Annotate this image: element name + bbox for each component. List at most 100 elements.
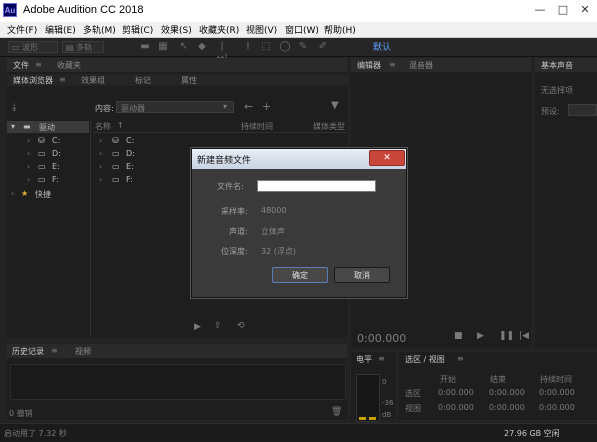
tab-history[interactable]: 历史记录 [12, 346, 44, 357]
preset-dropdown[interactable] [568, 104, 597, 116]
tab-favorites[interactable]: 收藏夹 [57, 60, 81, 71]
list-item[interactable]: › ▭ E: [99, 162, 195, 174]
add-shortcut-icon[interactable]: + [262, 100, 271, 113]
status-startup-time: 启动用了 7.32 秒 [4, 429, 67, 438]
filter-icon[interactable]: ▼ [331, 100, 339, 111]
waveform-button[interactable]: ▭ 波形 [8, 41, 58, 53]
spot-healing-tool-icon[interactable]: ✐ [317, 41, 329, 53]
menu-edit[interactable]: 编辑(E) [45, 23, 76, 36]
tree-item-f[interactable]: › ▭ F: [27, 175, 87, 187]
tab-properties[interactable]: 属性 [181, 75, 197, 86]
multitrack-button[interactable]: ▤ 多轨 [62, 41, 104, 53]
sample-rate-value[interactable]: 48000 [261, 206, 286, 215]
stop-icon[interactable]: ■ [454, 331, 463, 341]
trash-icon[interactable]: 🗑 [331, 407, 342, 417]
panel-menu-icon[interactable]: ≡ [51, 346, 58, 355]
col-duration-header[interactable]: 持续时间 [241, 121, 273, 132]
list-item[interactable]: › ▭ D: [99, 149, 195, 161]
time-select-tool-icon[interactable]: I [242, 41, 254, 53]
col-media-header[interactable]: 媒体类型 [313, 121, 345, 132]
menu-multitrack[interactable]: 多轨(M) [83, 23, 116, 36]
tab-video[interactable]: 视频 [75, 346, 91, 357]
razor-tool-icon[interactable]: ◆ [196, 41, 208, 53]
maximize-button[interactable]: □ [552, 2, 574, 18]
filename-input[interactable] [257, 180, 376, 192]
export-icon[interactable]: ⇪ [214, 321, 222, 331]
menu-view[interactable]: 视图(V) [246, 23, 277, 36]
minimize-button[interactable]: — [529, 2, 551, 18]
workspace-default-tab[interactable]: 默认 [373, 40, 391, 53]
drive-icon: ▭ [112, 162, 120, 171]
tab-mixer[interactable]: 混音器 [409, 60, 433, 71]
expand-arrow-icon: › [11, 189, 15, 198]
files-tab-bar: 文件 ≡ 收藏夹 [7, 58, 347, 72]
marquee-tool-icon[interactable]: ⬚ [260, 41, 272, 53]
play-icon[interactable]: ▶ [477, 331, 484, 341]
expand-arrow-icon: › [99, 162, 103, 171]
pane-splitter[interactable] [90, 121, 91, 336]
drive-icon: ▭ [112, 149, 120, 158]
loop-icon[interactable]: ⟲ [237, 321, 245, 331]
menu-effects[interactable]: 效果(S) [161, 23, 192, 36]
history-list [10, 364, 346, 400]
title-bar: Au Adobe Audition CC 2018 — □ ✕ [0, 0, 597, 22]
channels-value[interactable]: 立体声 [261, 226, 285, 237]
tab-effects-rack[interactable]: 效果组 [81, 75, 105, 86]
tab-essential-sound[interactable]: 基本声音 [541, 60, 573, 71]
menu-favorites[interactable]: 收藏夹(R) [199, 23, 239, 36]
cancel-button[interactable]: 取消 [334, 267, 390, 283]
levels-panel: 电平 ≡ 0 -36 dB [351, 352, 395, 422]
bit-depth-value[interactable]: 32 (浮点) [261, 246, 296, 257]
pause-icon[interactable]: ❚❚ [499, 331, 514, 341]
view-start-value[interactable]: 0:00.000 [438, 403, 474, 412]
selection-duration-value[interactable]: 0:00.000 [539, 388, 575, 397]
tree-item-d[interactable]: › ▭ D: [27, 149, 87, 161]
menu-clip[interactable]: 剪辑(C) [122, 23, 153, 36]
selection-end-value[interactable]: 0:00.000 [489, 388, 525, 397]
selection-start-value[interactable]: 0:00.000 [438, 388, 474, 397]
pitch-view-icon[interactable]: ▦ [157, 41, 169, 53]
col-duration-header: 持续时间 [540, 375, 572, 384]
tree-item-shortcuts[interactable]: › ★ 快捷 [11, 189, 81, 201]
tab-markers[interactable]: 标记 [135, 75, 151, 86]
menu-window[interactable]: 窗口(W) [285, 23, 319, 36]
slip-tool-icon[interactable]: |↔| [216, 41, 228, 64]
dialog-close-button[interactable]: ✕ [369, 150, 405, 166]
panel-menu-icon[interactable]: ≡ [35, 60, 42, 69]
drive-label: D: [126, 149, 135, 158]
drive-label: C: [126, 136, 135, 145]
tree-root-drives[interactable]: ▾ ▬ 驱动 [7, 121, 89, 133]
import-icon[interactable]: ⤓ [12, 102, 16, 113]
menu-help[interactable]: 帮助(H) [324, 23, 356, 36]
tab-media-browser[interactable]: 媒体浏览器 [13, 75, 53, 86]
lasso-tool-icon[interactable]: ◯ [279, 41, 291, 53]
spectral-view-icon[interactable]: ▬ [139, 41, 151, 53]
panel-menu-icon[interactable]: ≡ [59, 75, 66, 84]
play-icon[interactable]: ▶ [194, 322, 201, 332]
move-tool-icon[interactable]: ↖ [178, 41, 190, 53]
ok-button[interactable]: 确定 [272, 267, 328, 283]
tree-item-e[interactable]: › ▭ E: [27, 162, 87, 174]
tab-editor[interactable]: 编辑器 [357, 60, 381, 71]
panel-menu-icon[interactable]: ≡ [378, 354, 385, 363]
drive-icon: ▭ [38, 162, 46, 171]
menu-file[interactable]: 文件(F) [7, 23, 37, 36]
system-drive-icon: ⛁ [112, 136, 119, 145]
back-arrow-icon[interactable]: ← [244, 100, 253, 113]
tree-item-c[interactable]: › ⛁ C: [27, 136, 87, 148]
skip-back-icon[interactable]: |◀ [519, 331, 529, 341]
panel-menu-icon[interactable]: ≡ [457, 354, 464, 363]
brush-tool-icon[interactable]: ✎ [297, 41, 309, 53]
content-dropdown[interactable]: 驱动器 ▾ [116, 101, 234, 113]
dialog-title: 新建音频文件 [197, 156, 252, 166]
list-item[interactable]: › ⛁ C: [99, 136, 195, 148]
panel-menu-icon[interactable]: ≡ [389, 60, 396, 69]
col-name-header[interactable]: 名称 [95, 121, 111, 132]
tab-files[interactable]: 文件 [13, 60, 29, 71]
close-window-button[interactable]: ✕ [574, 2, 596, 18]
content-label: 内容: [95, 104, 114, 113]
drive-label: E: [52, 162, 60, 171]
view-end-value[interactable]: 0:00.000 [489, 403, 525, 412]
list-item[interactable]: › ▭ F: [99, 175, 195, 187]
view-duration-value[interactable]: 0:00.000 [539, 403, 575, 412]
